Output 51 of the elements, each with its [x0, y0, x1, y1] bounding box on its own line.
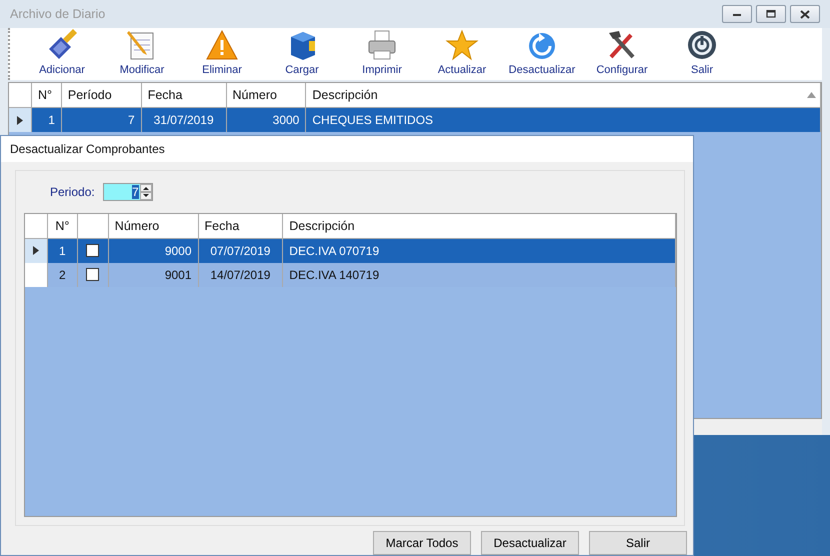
row-header[interactable] [9, 108, 32, 132]
toolbar-button[interactable]: Actualizar [422, 28, 502, 80]
table-cell: 31/07/2019 [142, 108, 227, 132]
checkbox[interactable] [86, 244, 100, 258]
table-row[interactable]: 1 9000 07/07/2019 DEC.IVA 070719 [25, 238, 676, 263]
toolbar-button[interactable]: Eliminar [182, 28, 262, 80]
close-icon [800, 10, 810, 18]
minimize-button[interactable] [722, 5, 752, 23]
table-cell: 2 [48, 262, 78, 287]
table-row[interactable]: 2 9001 14/07/2019 DEC.IVA 140719 [25, 262, 676, 287]
restore-button[interactable] [756, 5, 786, 23]
table-cell: CHEQUES EMITIDOS [306, 108, 822, 132]
column-header[interactable]: Fecha [198, 214, 284, 238]
toolbar-button[interactable]: Modificar [102, 28, 182, 80]
table-cell: 1 [32, 108, 62, 132]
table-cell: 7 [62, 108, 142, 132]
dialog-button[interactable]: Marcar Todos [373, 531, 471, 555]
window-title: Archivo de Diario [10, 7, 106, 21]
toolbar-button[interactable]: Cargar [262, 28, 342, 80]
row-header[interactable] [25, 238, 48, 263]
column-header[interactable]: Número [108, 214, 199, 238]
toolbar-button[interactable]: Salir [662, 28, 742, 80]
dialog-title: Desactualizar Comprobantes [10, 142, 165, 156]
table-cell: DEC.IVA 140719 [283, 262, 676, 287]
toolbar-button[interactable]: Imprimir [342, 28, 422, 80]
column-header[interactable]: Fecha [142, 83, 227, 107]
toolbar-button[interactable]: Desactualizar [502, 28, 582, 80]
column-header[interactable]: Descripción [306, 83, 822, 107]
table-cell: 14/07/2019 [198, 262, 284, 287]
dialog-button[interactable]: Salir [589, 531, 687, 555]
star-icon [445, 29, 479, 61]
power-icon [685, 29, 719, 61]
table-cell: 3000 [226, 108, 306, 132]
period-spinner[interactable]: 7 [102, 182, 153, 201]
dialog-button[interactable]: Desactualizar [481, 531, 579, 555]
close-button[interactable] [790, 5, 820, 23]
column-header[interactable]: N° [32, 83, 62, 107]
sort-arrow-icon [807, 92, 816, 98]
restore-icon [766, 10, 776, 18]
row-pointer-icon [16, 116, 23, 124]
toolbar-button[interactable]: Adicionar [22, 28, 102, 80]
period-label: Periodo: [50, 184, 95, 199]
table-row[interactable]: 1 7 31/07/2019 3000 CHEQUES EMITIDOS [9, 108, 821, 132]
column-header[interactable]: Período [62, 83, 142, 107]
checkbox[interactable] [86, 268, 100, 282]
table-cell: 9001 [108, 262, 199, 287]
column-header[interactable]: Número [226, 83, 306, 107]
row-pointer-icon [32, 246, 39, 256]
column-header[interactable]: N° [48, 214, 78, 238]
column-header[interactable]: Descripción [283, 214, 676, 238]
toolbar-button[interactable]: Configurar [582, 28, 662, 80]
